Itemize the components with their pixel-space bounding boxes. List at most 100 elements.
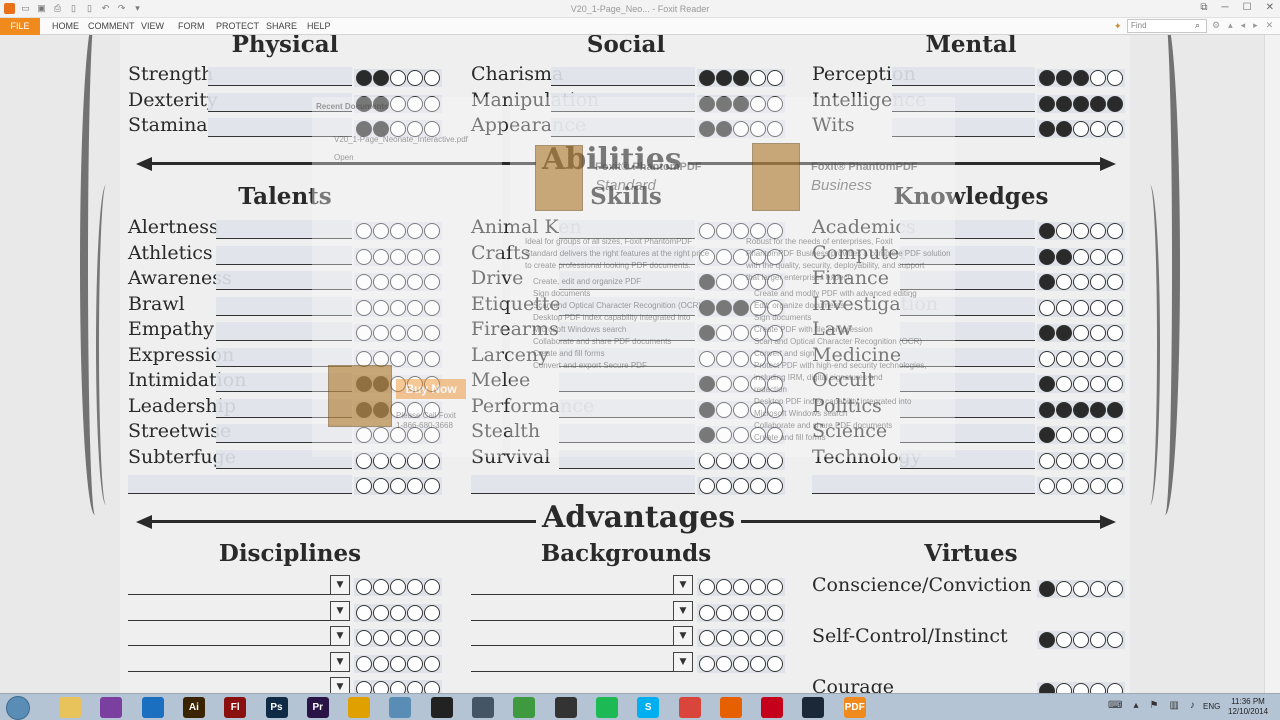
dot-empty[interactable]	[1107, 274, 1123, 290]
chevron-down-icon[interactable]: ▼	[330, 600, 350, 621]
dot-filled[interactable]	[1107, 401, 1123, 418]
dot-rating[interactable]	[1037, 426, 1125, 444]
dot-empty[interactable]	[1107, 632, 1123, 648]
flag-icon[interactable]: ⚑	[1149, 700, 1158, 711]
vertical-scrollbar[interactable]	[1264, 35, 1280, 693]
keyboard-icon[interactable]: ⌨	[1108, 700, 1122, 711]
network-icon[interactable]: ▥	[1169, 700, 1178, 711]
background-select[interactable]: ▼	[471, 575, 693, 595]
dot-empty[interactable]	[699, 655, 715, 672]
dot-empty[interactable]	[1090, 478, 1106, 494]
dot-empty[interactable]	[373, 579, 389, 595]
chevron-down-icon[interactable]: ▼	[673, 651, 693, 672]
chart-app-icon[interactable]	[513, 697, 536, 718]
dot-filled[interactable]	[733, 70, 749, 86]
dot-empty[interactable]	[1056, 299, 1072, 316]
discipline-select[interactable]: ▼	[128, 651, 350, 672]
dot-empty[interactable]	[1107, 683, 1123, 693]
app-purple-icon[interactable]	[100, 697, 123, 718]
dot-empty[interactable]	[1073, 299, 1089, 316]
dot-empty[interactable]	[1056, 683, 1072, 693]
dot-empty[interactable]	[1039, 350, 1055, 367]
dot-filled[interactable]	[1073, 70, 1089, 86]
dot-empty[interactable]	[716, 604, 732, 621]
dot-empty[interactable]	[733, 630, 749, 646]
dot-empty[interactable]	[1090, 581, 1106, 597]
dot-empty[interactable]	[373, 604, 389, 621]
dot-rating[interactable]	[354, 654, 442, 673]
dot-empty[interactable]	[407, 70, 423, 86]
dot-filled[interactable]	[1039, 223, 1055, 239]
dot-empty[interactable]	[750, 655, 766, 672]
dot-rating[interactable]	[354, 69, 442, 87]
firefox-icon[interactable]	[719, 697, 742, 718]
dot-empty[interactable]	[750, 70, 766, 86]
dot-filled[interactable]	[1039, 632, 1055, 648]
background-select[interactable]: ▼	[471, 626, 693, 646]
dot-empty[interactable]	[1107, 325, 1123, 341]
dot-empty[interactable]	[373, 630, 389, 646]
dot-empty[interactable]	[716, 655, 732, 672]
dot-empty[interactable]	[407, 630, 423, 646]
dot-rating[interactable]	[1037, 375, 1125, 393]
dot-empty[interactable]	[390, 655, 406, 672]
dot-empty[interactable]	[356, 478, 372, 494]
forward-icon[interactable]: ▸	[1253, 20, 1258, 31]
dot-empty[interactable]	[390, 681, 406, 693]
dot-empty[interactable]	[733, 604, 749, 621]
dot-rating[interactable]	[1037, 451, 1125, 470]
dot-empty[interactable]	[1090, 299, 1106, 316]
dot-rating[interactable]	[697, 69, 785, 87]
dot-empty[interactable]	[390, 478, 406, 494]
dot-empty[interactable]	[1073, 325, 1089, 341]
dot-empty[interactable]	[424, 579, 440, 595]
dot-empty[interactable]	[1107, 478, 1123, 494]
dot-empty[interactable]	[1073, 350, 1089, 367]
dot-empty[interactable]	[407, 655, 423, 672]
dot-empty[interactable]	[1056, 452, 1072, 469]
dot-filled[interactable]	[1056, 401, 1072, 418]
app-blue-icon[interactable]	[141, 697, 164, 718]
dot-empty[interactable]	[1073, 452, 1089, 469]
dot-rating[interactable]	[1037, 222, 1125, 240]
dot-filled[interactable]	[1090, 95, 1106, 112]
dot-empty[interactable]	[716, 478, 732, 494]
dot-empty[interactable]	[1107, 350, 1123, 367]
dot-empty[interactable]	[424, 70, 440, 86]
flash-icon[interactable]: Fl	[224, 697, 247, 718]
back-icon[interactable]: ◂	[1241, 20, 1246, 31]
tab-form[interactable]: FORM	[178, 21, 205, 31]
dot-filled[interactable]	[716, 70, 732, 86]
dot-empty[interactable]	[1073, 121, 1089, 137]
chevron-down-icon[interactable]: ▼	[330, 575, 350, 595]
dot-empty[interactable]	[699, 604, 715, 621]
dot-empty[interactable]	[407, 478, 423, 494]
dot-filled[interactable]	[1039, 401, 1055, 418]
chevron-down-icon[interactable]: ▼	[673, 575, 693, 595]
dot-empty[interactable]	[1073, 683, 1089, 693]
dot-empty[interactable]	[1090, 452, 1106, 469]
dot-rating[interactable]	[1037, 477, 1125, 495]
dot-empty[interactable]	[699, 630, 715, 646]
app-steam-icon[interactable]	[802, 697, 825, 718]
dot-empty[interactable]	[1056, 632, 1072, 648]
dot-empty[interactable]	[1056, 274, 1072, 290]
tab-home[interactable]: HOME	[52, 21, 79, 31]
dot-empty[interactable]	[767, 579, 783, 595]
discipline-select[interactable]: ▼	[128, 677, 350, 693]
dot-filled[interactable]	[1056, 70, 1072, 86]
dot-empty[interactable]	[373, 681, 389, 693]
dot-empty[interactable]	[1090, 376, 1106, 392]
acrobat-icon[interactable]	[761, 697, 784, 718]
dot-empty[interactable]	[1107, 427, 1123, 443]
skype-icon[interactable]: S	[637, 697, 660, 718]
dot-empty[interactable]	[1056, 478, 1072, 494]
dot-filled[interactable]	[1056, 248, 1072, 265]
dot-empty[interactable]	[1107, 70, 1123, 86]
tray-expand-icon[interactable]: ▴	[1133, 700, 1138, 711]
dot-filled[interactable]	[1056, 95, 1072, 112]
headphones-icon[interactable]	[348, 697, 371, 718]
dot-empty[interactable]	[1073, 478, 1089, 494]
dot-filled[interactable]	[699, 70, 715, 86]
dot-empty[interactable]	[1073, 274, 1089, 290]
